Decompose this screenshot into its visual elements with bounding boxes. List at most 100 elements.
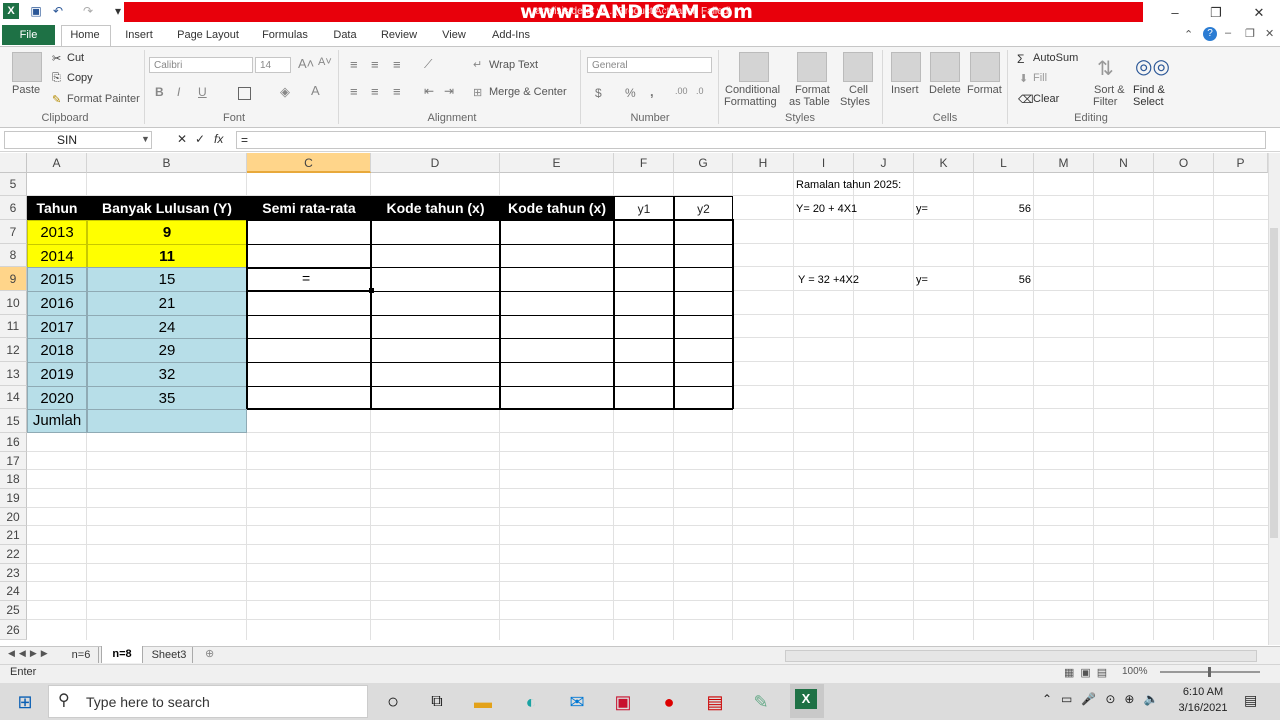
row-header-15[interactable]: 15 [0, 409, 27, 433]
row-header-25[interactable]: 25 [0, 601, 27, 620]
excel-taskbar-icon[interactable]: X [795, 689, 817, 709]
cut-button[interactable]: Cut [67, 52, 84, 64]
insert-cells-icon[interactable] [891, 52, 921, 82]
currency-button[interactable]: $ [595, 86, 602, 100]
select-all-corner[interactable] [0, 153, 27, 173]
copy-button[interactable]: Copy [67, 72, 93, 84]
table-cell-empty[interactable] [500, 244, 614, 268]
cell-year[interactable]: 2016 [27, 291, 87, 316]
orientation-icon[interactable]: ⟋ [424, 57, 432, 72]
table-cell-empty[interactable] [674, 244, 733, 268]
find-select-label[interactable]: Find & [1133, 84, 1165, 96]
cell-year[interactable]: 2013 [27, 220, 87, 245]
cell-graduates[interactable]: 21 [87, 291, 247, 316]
format-as-table-label[interactable]: Format [795, 84, 830, 96]
decrease-font-icon[interactable]: A˅ [318, 56, 332, 68]
find-select-label-2[interactable]: Select [1133, 96, 1164, 108]
bold-button[interactable]: B [155, 85, 164, 99]
edge-icon[interactable]: ◐ [518, 690, 544, 714]
table-cell-empty[interactable] [247, 338, 371, 363]
font-size-dropdown[interactable]: 14 [255, 57, 291, 73]
increase-indent-icon[interactable]: ⇥ [444, 84, 454, 98]
row-header-18[interactable]: 18 [0, 470, 27, 489]
increase-decimal-icon[interactable]: .00 [675, 86, 688, 96]
column-header-o[interactable]: O [1154, 153, 1214, 173]
table-cell-empty[interactable] [371, 362, 500, 387]
row-header-9[interactable]: 9 [0, 267, 27, 291]
merge-center-button[interactable]: Merge & Center [489, 86, 567, 98]
autosum-button[interactable]: AutoSum [1033, 52, 1078, 64]
row-header-16[interactable]: 16 [0, 433, 27, 452]
zoom-slider-thumb[interactable] [1208, 667, 1211, 677]
view-mode-icons[interactable]: ▦▣▤ [1064, 666, 1113, 679]
wrap-text-icon[interactable]: ↵ [473, 58, 482, 71]
autosum-icon[interactable]: Σ [1017, 52, 1024, 66]
sort-filter-icon[interactable]: ⇅ [1097, 56, 1114, 81]
tab-home[interactable]: Home [61, 26, 109, 46]
fill-handle[interactable] [369, 288, 374, 293]
mail-icon[interactable]: ✉ [564, 690, 590, 714]
forecast-y1-value[interactable]: 56 [975, 203, 1031, 215]
clear-button[interactable]: Clear [1033, 93, 1059, 105]
table-cell-empty[interactable] [674, 315, 733, 339]
tab-review[interactable]: Review [376, 26, 422, 46]
table-cell-empty[interactable] [614, 386, 674, 410]
row-header-5[interactable]: 5 [0, 173, 27, 196]
total-label[interactable]: Jumlah [27, 409, 87, 433]
tool-app-icon[interactable]: ✎ [748, 690, 774, 714]
doc-restore-icon[interactable]: ❐ [1245, 27, 1255, 40]
paste-icon[interactable] [12, 52, 42, 82]
new-sheet-icon[interactable]: ⊕ [205, 647, 214, 660]
column-header-e[interactable]: E [500, 153, 614, 173]
delete-cells-icon[interactable] [930, 52, 960, 82]
sort-filter-label[interactable]: Sort & [1094, 84, 1125, 96]
column-header-l[interactable]: L [974, 153, 1034, 173]
tab-insert[interactable]: Insert [118, 26, 160, 46]
zoom-level[interactable]: 100% [1122, 666, 1148, 677]
header-kode-tahun-2[interactable]: Kode tahun (x) [500, 196, 614, 220]
cell-graduates[interactable]: 15 [87, 267, 247, 292]
sheet-tab-n8[interactable]: n=8 [101, 646, 143, 663]
name-box[interactable]: SIN [4, 131, 152, 149]
row-header-23[interactable]: 23 [0, 564, 27, 582]
tab-data[interactable]: Data [326, 26, 364, 46]
tab-formulas[interactable]: Formulas [257, 26, 313, 46]
table-cell-empty[interactable] [371, 244, 500, 268]
table-cell-empty[interactable] [500, 291, 614, 316]
table-cell-empty[interactable] [371, 220, 500, 245]
cell-styles-label-2[interactable]: Styles [840, 96, 870, 108]
tab-page-layout[interactable]: Page Layout [172, 26, 244, 46]
table-cell-empty[interactable] [500, 362, 614, 387]
fill-color-icon[interactable]: ◈ [280, 84, 290, 100]
forecast-y2-value[interactable]: 56 [975, 274, 1031, 286]
table-cell-empty[interactable] [674, 267, 733, 292]
row-header-7[interactable]: 7 [0, 220, 27, 244]
tab-view[interactable]: View [436, 26, 472, 46]
column-header-g[interactable]: G [674, 153, 733, 173]
clock-date[interactable]: 3/16/2021 [1172, 702, 1234, 714]
cell-styles-icon[interactable] [843, 52, 873, 82]
row-header-17[interactable]: 17 [0, 452, 27, 470]
undo-icon[interactable]: ↶ [50, 3, 66, 19]
windows-start-icon[interactable]: ⊞ [12, 690, 38, 714]
format-as-table-icon[interactable] [797, 52, 827, 82]
column-header-n[interactable]: N [1094, 153, 1154, 173]
table-cell-empty[interactable] [247, 291, 371, 316]
file-tab[interactable]: File [2, 25, 55, 45]
name-box-dropdown-icon[interactable]: ▼ [141, 134, 150, 144]
row-header-26[interactable]: 26 [0, 620, 27, 640]
table-cell-empty[interactable] [371, 386, 500, 410]
format-painter-button[interactable]: Format Painter [67, 93, 140, 105]
cell-graduates[interactable]: 9 [87, 220, 247, 245]
cell-graduates[interactable]: 32 [87, 362, 247, 387]
paste-button[interactable]: Paste [12, 84, 40, 96]
minimize-ribbon-icon[interactable]: ⌃ [1184, 28, 1193, 41]
table-cell-empty[interactable] [371, 291, 500, 316]
table-cell-empty[interactable] [614, 220, 674, 245]
cancel-formula-button[interactable]: ✕ [177, 132, 187, 146]
percent-button[interactable]: % [625, 86, 636, 100]
table-cell-empty[interactable] [674, 362, 733, 387]
table-cell-empty[interactable] [247, 244, 371, 268]
column-header-d[interactable]: D [371, 153, 500, 173]
restore-button[interactable]: ❐ [1201, 4, 1231, 22]
